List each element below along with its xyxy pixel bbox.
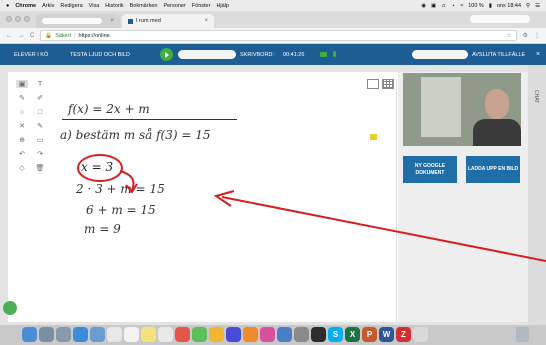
browser-tab-strip: × I rum med × bbox=[0, 11, 546, 28]
app-z-icon[interactable]: Z bbox=[396, 327, 411, 342]
browser-tab-active[interactable]: I rum med × bbox=[122, 14, 214, 28]
word-icon[interactable]: W bbox=[379, 327, 394, 342]
user-name-redacted bbox=[412, 50, 468, 59]
app-header: ELEVER I KÖ TESTA LJUD OCH BILD SKRIVBOR… bbox=[0, 44, 546, 65]
clock[interactable]: ons 18:44 bbox=[497, 3, 521, 9]
menu-historik[interactable]: Historik bbox=[105, 3, 123, 9]
test-audio-video-link[interactable]: TESTA LJUD OCH BILD bbox=[70, 52, 130, 58]
firefox-icon[interactable] bbox=[243, 327, 258, 342]
student-queue-link[interactable]: ELEVER I KÖ bbox=[14, 52, 48, 58]
launchpad-icon[interactable] bbox=[39, 327, 54, 342]
play-icon[interactable] bbox=[160, 48, 173, 61]
macos-menu-bar: ● Chrome Arkiv Redigera Visa Historik Bo… bbox=[0, 0, 546, 11]
video-person-body bbox=[473, 119, 521, 146]
battery-text: 100 % bbox=[468, 2, 484, 9]
music-icon[interactable] bbox=[260, 327, 275, 342]
chat-drawer[interactable]: CHAT bbox=[528, 65, 546, 325]
photos-icon[interactable] bbox=[175, 327, 190, 342]
skype-icon[interactable]: S bbox=[328, 327, 343, 342]
safari-icon[interactable] bbox=[73, 327, 88, 342]
window-minimize-icon[interactable] bbox=[15, 16, 21, 22]
menu-kebab-icon[interactable]: ⋮ bbox=[534, 32, 540, 39]
menu-fonster[interactable]: Fönster bbox=[192, 3, 211, 9]
menu-hjalp[interactable]: Hjälp bbox=[216, 3, 229, 9]
red-annotation-layer bbox=[77, 154, 138, 194]
extension-icon[interactable]: ⚙ bbox=[523, 32, 528, 39]
excel-icon[interactable]: X bbox=[345, 327, 360, 342]
menu-personer[interactable]: Personer bbox=[163, 3, 185, 9]
video-background-window bbox=[421, 77, 461, 137]
secure-label: Säkert bbox=[55, 32, 72, 39]
spotlight-icon[interactable]: ⚲ bbox=[526, 3, 530, 9]
status-indicator[interactable] bbox=[3, 301, 17, 315]
volume-icon[interactable]: ♬ bbox=[441, 3, 447, 9]
facetime-icon[interactable] bbox=[192, 327, 207, 342]
rocket-icon[interactable] bbox=[56, 327, 71, 342]
url-text: https://online. bbox=[78, 32, 112, 39]
spotify-icon[interactable] bbox=[311, 327, 326, 342]
settings-icon[interactable] bbox=[294, 327, 309, 342]
session-name-redacted bbox=[178, 50, 236, 59]
menu-visa[interactable]: Visa bbox=[89, 3, 100, 9]
chat-label: CHAT bbox=[533, 90, 539, 104]
menu-redigera[interactable]: Redigera bbox=[60, 3, 82, 9]
red-arrow-head bbox=[125, 183, 138, 194]
powerpoint-icon[interactable]: P bbox=[362, 327, 377, 342]
profile-pill[interactable] bbox=[470, 15, 530, 23]
notes-icon[interactable] bbox=[141, 327, 156, 342]
tab-close-icon[interactable]: × bbox=[204, 18, 208, 24]
bluetooth-icon[interactable]: ⋆ bbox=[452, 3, 455, 9]
new-google-doc-button[interactable]: NY GOOGLE DOKUMENT bbox=[403, 156, 457, 183]
battery-icon[interactable]: ▮ bbox=[489, 3, 492, 9]
upload-image-button[interactable]: LADDA UPP EN BILD bbox=[466, 156, 520, 183]
itunes-icon[interactable] bbox=[226, 327, 241, 342]
macos-dock: S X P W Z bbox=[0, 325, 546, 345]
desk-label: SKRIVBORD: bbox=[240, 51, 274, 58]
side-panel: NY GOOGLE DOKUMENT LADDA UPP EN BILD bbox=[398, 72, 528, 322]
address-bar[interactable]: 🔒 Säkert | https://online. ☆ bbox=[40, 30, 517, 41]
session-timer: 00:41:26 bbox=[283, 51, 305, 58]
display-icon[interactable]: ▣ bbox=[431, 3, 436, 9]
mail-icon[interactable] bbox=[90, 327, 105, 342]
camera-icon[interactable] bbox=[320, 52, 327, 57]
favicon-icon bbox=[128, 18, 133, 24]
finder-icon[interactable] bbox=[22, 327, 37, 342]
apple-menu-icon[interactable]: ● bbox=[6, 3, 9, 9]
red-circle-annotation bbox=[77, 154, 123, 182]
wifi-icon[interactable]: ≈ bbox=[460, 3, 463, 9]
browser-toolbar: ← → C 🔒 Säkert | https://online. ☆ ⚙ ⋮ bbox=[0, 28, 546, 44]
screen: ● Chrome Arkiv Redigera Visa Historik Bo… bbox=[0, 0, 546, 345]
reminders-icon[interactable] bbox=[158, 327, 173, 342]
lock-icon: 🔒 bbox=[45, 32, 53, 39]
video-person-face bbox=[485, 89, 509, 119]
contacts-icon[interactable] bbox=[107, 327, 122, 342]
end-session-button[interactable]: AVSLUTA TILLFÄLLE bbox=[472, 52, 525, 58]
webcam-video bbox=[403, 73, 521, 146]
forward-icon[interactable]: → bbox=[18, 33, 24, 39]
menu-chrome[interactable]: Chrome bbox=[15, 3, 36, 9]
menu-bokmarken[interactable]: Bokmärken bbox=[130, 3, 158, 9]
notification-icon[interactable]: ☰ bbox=[535, 3, 540, 9]
bookmark-star-icon[interactable]: ☆ bbox=[507, 33, 512, 39]
tab-title: I rum med bbox=[136, 18, 161, 24]
menu-arkiv[interactable]: Arkiv bbox=[42, 3, 54, 9]
tab-title-redacted bbox=[42, 18, 102, 24]
reload-icon[interactable]: C bbox=[30, 33, 34, 39]
chrome-icon[interactable] bbox=[209, 327, 224, 342]
tab-close-icon[interactable]: × bbox=[110, 18, 114, 24]
back-icon[interactable]: ← bbox=[6, 33, 12, 39]
whiteboard-canvas[interactable]: ▣ T ✎ ✐ ○ □ ✕ ✎ ⊕ ▭ ↶ ↷ ◇ 🗑 f(x) = 2x + m a) be… bbox=[8, 72, 398, 322]
window-close-icon[interactable] bbox=[6, 16, 12, 22]
trash-dock-icon[interactable] bbox=[516, 327, 529, 342]
browser-tab-inactive[interactable]: × bbox=[36, 14, 120, 28]
close-icon[interactable]: × bbox=[536, 51, 540, 58]
record-icon[interactable]: ◉ bbox=[421, 3, 426, 9]
calendar-icon[interactable] bbox=[124, 327, 139, 342]
window-maximize-icon[interactable] bbox=[24, 16, 30, 22]
preview-icon[interactable] bbox=[413, 327, 428, 342]
appstore-icon[interactable] bbox=[277, 327, 292, 342]
microphone-icon[interactable] bbox=[333, 51, 336, 57]
main-area: ▣ T ✎ ✐ ○ □ ✕ ✎ ⊕ ▭ ↶ ↷ ◇ 🗑 f(x) = 2x + m a) be… bbox=[0, 65, 546, 325]
